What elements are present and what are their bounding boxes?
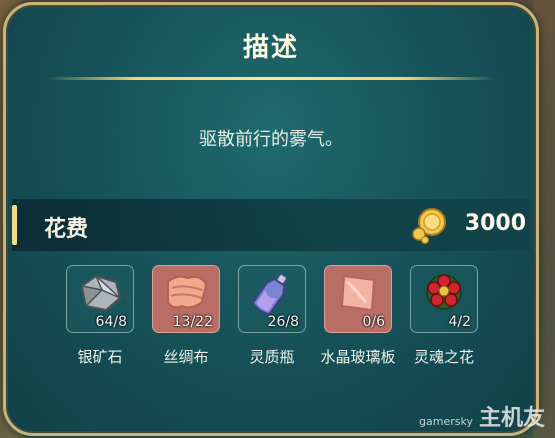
material-name: 丝绸布 [163, 348, 209, 366]
soul-flower-icon [426, 274, 462, 310]
material-item[interactable]: 26/8 灵质瓶 [238, 265, 308, 368]
description-text: 驱散前行的雾气。 [199, 129, 343, 150]
material-slot[interactable]: 4/2 [410, 265, 478, 333]
spirit-bottle-icon [251, 273, 288, 314]
gold-coins-icon [412, 208, 446, 244]
watermark-brand: 主机友 [478, 406, 545, 431]
material-count: 13/22 [172, 314, 213, 330]
material-slot[interactable]: 0/6 [324, 265, 392, 333]
material-name: 灵质瓶 [249, 348, 295, 366]
watermark: gamersky 主机友 [419, 400, 545, 432]
cost-accent-stripe [12, 205, 17, 245]
crystal-glass-icon [340, 274, 376, 312]
material-item[interactable]: 4/2 灵魂之花 [410, 265, 480, 368]
cost-amount: 3000 [464, 211, 526, 236]
material-item[interactable]: 64/8 银矿石 [66, 265, 136, 368]
materials-list: 64/8 银矿石 13/22 丝绸布 26/8 灵质瓶 0/6 水晶玻璃板 4/… [66, 265, 486, 395]
material-name: 灵魂之花 [413, 348, 474, 366]
material-name: 水晶玻璃板 [320, 348, 396, 366]
material-count: 0/6 [362, 314, 385, 330]
description-panel: 描述 驱散前行的雾气。 花费 3000 64/8 银矿石 13/22 丝绸布 2… [3, 2, 539, 436]
cost-bar: 花费 3000 [12, 199, 530, 251]
silk-cloth-icon [167, 275, 208, 309]
cost-label: 花费 [44, 217, 89, 242]
material-count: 4/2 [448, 314, 471, 330]
material-name: 银矿石 [77, 348, 123, 366]
material-slot[interactable]: 13/22 [152, 265, 220, 333]
material-slot[interactable]: 26/8 [238, 265, 306, 333]
material-item[interactable]: 0/6 水晶玻璃板 [320, 265, 396, 368]
material-count: 64/8 [95, 314, 127, 330]
silver-ore-icon [80, 274, 122, 312]
watermark-site: gamersky [419, 415, 473, 428]
material-slot[interactable]: 64/8 [66, 265, 134, 333]
material-item[interactable]: 13/22 丝绸布 [152, 265, 222, 368]
title-divider [46, 77, 496, 80]
panel-title: 描述 [242, 33, 299, 63]
material-count: 26/8 [267, 314, 299, 330]
